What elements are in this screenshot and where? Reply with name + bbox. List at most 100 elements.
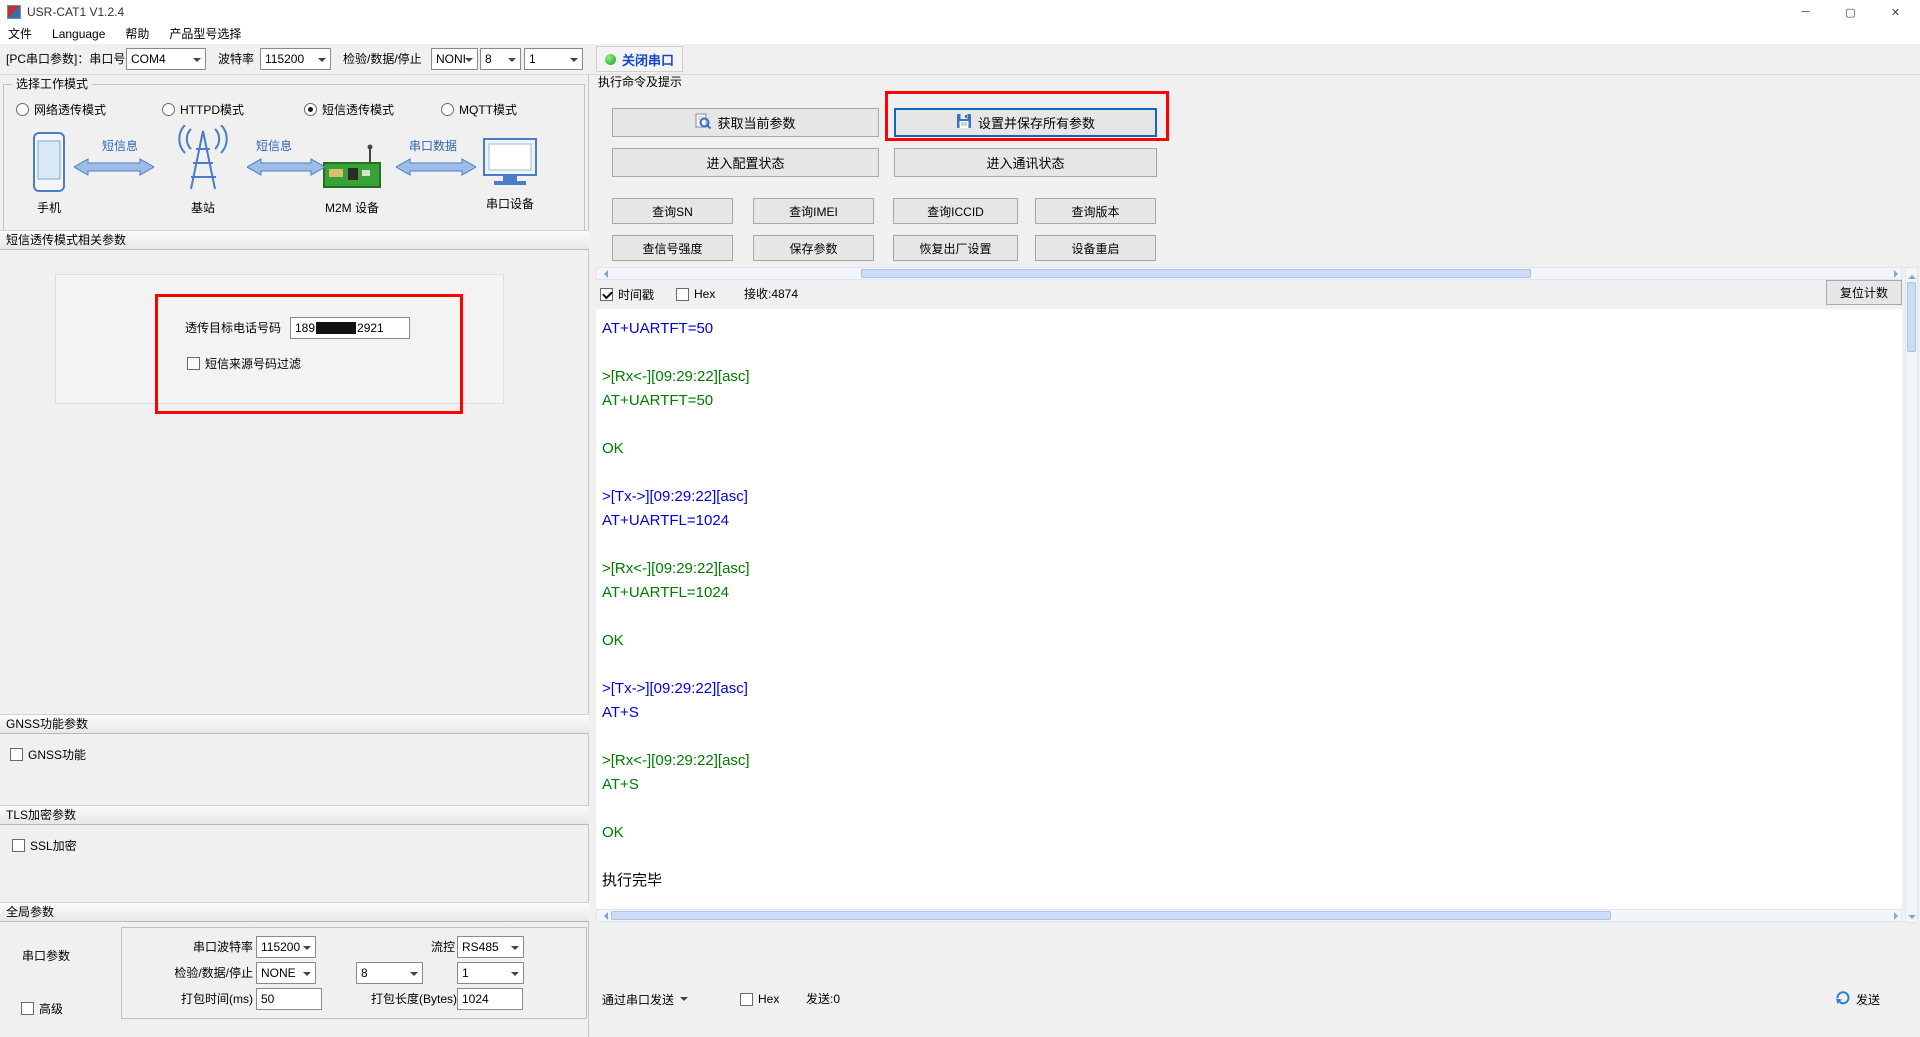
- advanced-checkbox[interactable]: 高级: [21, 1000, 63, 1016]
- radio-httpd-mode[interactable]: HTTPD模式: [162, 101, 244, 117]
- menu-bar: 文件 Language 帮助 产品型号选择: [0, 24, 1920, 44]
- diagram-node-label: 基站: [191, 199, 215, 216]
- dev-baud-value: 115200: [261, 940, 300, 954]
- chevron-down-icon: [680, 997, 688, 1005]
- menu-help[interactable]: 帮助: [115, 24, 159, 44]
- close-button[interactable]: ✕: [1873, 0, 1918, 24]
- scroll-thumb[interactable]: [861, 269, 1531, 278]
- button-label: 设置并保存所有参数: [978, 113, 1095, 132]
- minimize-button[interactable]: ─: [1783, 0, 1828, 24]
- port-open-status-icon: [605, 54, 616, 65]
- scroll-left-icon[interactable]: [597, 268, 609, 279]
- dev-databits-select[interactable]: 8: [356, 962, 423, 984]
- log-output[interactable]: AT+UARTFT=50 >[Rx<-][09:29:22][asc]AT+UA…: [596, 309, 1902, 909]
- dev-parity-select[interactable]: NONE: [256, 962, 316, 984]
- frame-label: 检验/数据/停止: [343, 48, 422, 70]
- menu-language[interactable]: Language: [42, 24, 115, 44]
- query-signal-button[interactable]: 查信号强度: [612, 235, 733, 261]
- menu-file[interactable]: 文件: [0, 24, 42, 44]
- target-phone-input[interactable]: 1892921: [290, 317, 410, 339]
- dev-baud-label: 串口波特率: [142, 936, 253, 958]
- query-sn-button[interactable]: 查询SN: [612, 198, 733, 224]
- timestamp-checkbox[interactable]: 时间戳: [600, 286, 654, 302]
- pack-len-value: 1024: [462, 992, 489, 1006]
- global-params-header: 全局参数: [0, 902, 589, 922]
- reset-count-button[interactable]: 复位计数: [1826, 280, 1902, 305]
- query-iccid-button[interactable]: 查询ICCID: [893, 198, 1018, 224]
- com-port-select[interactable]: COM4: [126, 48, 206, 70]
- radio-network-mode[interactable]: 网络透传模式: [16, 101, 106, 117]
- log-line: >[Rx<-][09:29:22][asc]: [602, 365, 1902, 389]
- button-label: 查询SN: [652, 203, 693, 220]
- device-restart-button[interactable]: 设备重启: [1035, 235, 1156, 261]
- scroll-down-icon[interactable]: [1906, 910, 1917, 922]
- ssl-enable-checkbox[interactable]: SSL加密: [12, 837, 77, 853]
- log-line: >[Tx->][09:29:22][asc]: [602, 677, 1902, 701]
- send-button[interactable]: 发送: [1834, 986, 1880, 1012]
- scroll-right-icon[interactable]: [1889, 268, 1901, 279]
- checkbox-label: Hex: [694, 287, 715, 301]
- query-version-button[interactable]: 查询版本: [1035, 198, 1156, 224]
- close-port-button[interactable]: 关闭串口: [596, 46, 683, 72]
- settings-panel: 选择工作模式 网络透传模式 HTTPD模式 短信透传模式 MQTT模式 手机 基…: [0, 75, 589, 1037]
- databits-select[interactable]: 8: [480, 48, 521, 70]
- received-count-label: 接收:4874: [744, 283, 798, 305]
- save-params-button[interactable]: 保存参数: [753, 235, 874, 261]
- dev-baud-select[interactable]: 115200: [256, 936, 316, 958]
- scroll-thumb[interactable]: [611, 911, 1611, 920]
- send-hex-checkbox[interactable]: Hex: [740, 991, 779, 1007]
- diagram-node-label: 手机: [37, 199, 61, 216]
- scroll-thumb[interactable]: [1907, 282, 1916, 352]
- gnss-enable-checkbox[interactable]: GNSS功能: [10, 746, 86, 762]
- scroll-left-icon[interactable]: [597, 910, 609, 921]
- parity-select[interactable]: NONI: [431, 48, 478, 70]
- flow-value: RS485: [462, 940, 499, 954]
- enter-comm-mode-button[interactable]: 进入通讯状态: [894, 148, 1157, 177]
- log-line: [602, 725, 1902, 749]
- log-line: [602, 461, 1902, 485]
- menu-product-model[interactable]: 产品型号选择: [159, 24, 251, 44]
- diagram-node-basestation: 基站: [161, 125, 245, 216]
- scroll-right-icon[interactable]: [1889, 910, 1901, 921]
- button-label: 复位计数: [1840, 284, 1888, 301]
- flow-select[interactable]: RS485: [457, 936, 524, 958]
- set-save-all-params-button[interactable]: 设置并保存所有参数: [894, 108, 1157, 137]
- log-vscrollbar[interactable]: [1905, 267, 1918, 923]
- log-line: OK: [602, 821, 1902, 845]
- checkbox-icon: [676, 288, 689, 301]
- log-hscrollbar-top[interactable]: [596, 267, 1902, 280]
- hex-display-checkbox[interactable]: Hex: [676, 286, 715, 302]
- button-label: 进入通讯状态: [986, 153, 1064, 172]
- sms-source-filter-checkbox[interactable]: 短信来源号码过滤: [187, 355, 301, 371]
- baud-select[interactable]: 115200: [260, 48, 331, 70]
- dev-databits-value: 8: [361, 966, 368, 980]
- pack-time-input[interactable]: 50: [256, 988, 322, 1010]
- sms-params-header: 短信透传模式相关参数: [0, 230, 589, 250]
- log-line: AT+UARTFL=1024: [602, 581, 1902, 605]
- pc-param-label: [PC串口参数]：串口号: [6, 48, 125, 70]
- radio-icon: [162, 103, 175, 116]
- stopbits-select[interactable]: 1: [524, 48, 583, 70]
- send-button-label: 发送: [1856, 991, 1880, 1008]
- scroll-up-icon[interactable]: [1906, 268, 1917, 280]
- send-mode-dropdown[interactable]: 通过串口发送: [602, 986, 688, 1012]
- dev-stopbits-select[interactable]: 1: [457, 962, 524, 984]
- log-line: AT+S: [602, 701, 1902, 725]
- command-panel-header: 执行命令及提示: [598, 71, 682, 93]
- factory-reset-button[interactable]: 恢复出厂设置: [893, 235, 1018, 261]
- radio-sms-mode[interactable]: 短信透传模式: [304, 101, 394, 117]
- get-current-params-button[interactable]: 获取当前参数: [612, 108, 879, 137]
- window-title: USR-CAT1 V1.2.4: [27, 5, 124, 19]
- query-imei-button[interactable]: 查询IMEI: [753, 198, 874, 224]
- log-line: >[Rx<-][09:29:22][asc]: [602, 557, 1902, 581]
- base-station-icon: [161, 125, 245, 196]
- maximize-button[interactable]: ▢: [1828, 0, 1873, 24]
- magnifier-icon: [695, 113, 711, 132]
- button-label: 查询版本: [1071, 203, 1119, 220]
- stopbits-value: 1: [529, 52, 536, 66]
- log-hscrollbar-bottom[interactable]: [596, 909, 1902, 922]
- pack-len-input[interactable]: 1024: [457, 988, 523, 1010]
- enter-config-mode-button[interactable]: 进入配置状态: [612, 148, 879, 177]
- radio-mqtt-mode[interactable]: MQTT模式: [441, 101, 517, 117]
- work-mode-group: 选择工作模式 网络透传模式 HTTPD模式 短信透传模式 MQTT模式 手机 基…: [3, 84, 585, 232]
